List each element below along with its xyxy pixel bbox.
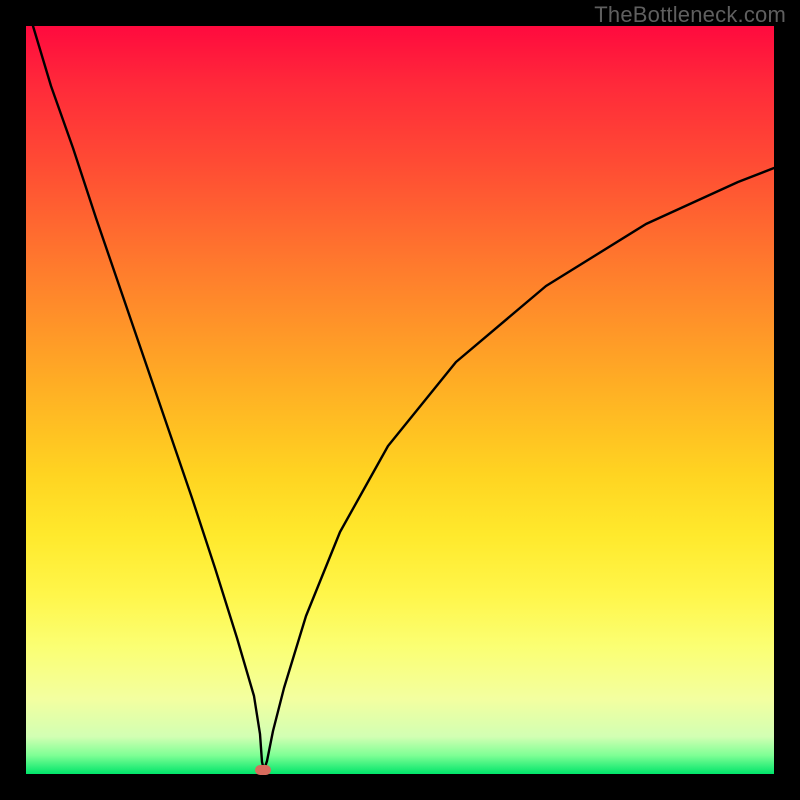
watermark-text: TheBottleneck.com	[594, 2, 786, 28]
optimal-point-marker	[255, 765, 271, 775]
bottleneck-curve	[26, 26, 774, 774]
plot-area	[26, 26, 774, 774]
curve-path	[33, 26, 774, 770]
chart-frame: TheBottleneck.com	[0, 0, 800, 800]
